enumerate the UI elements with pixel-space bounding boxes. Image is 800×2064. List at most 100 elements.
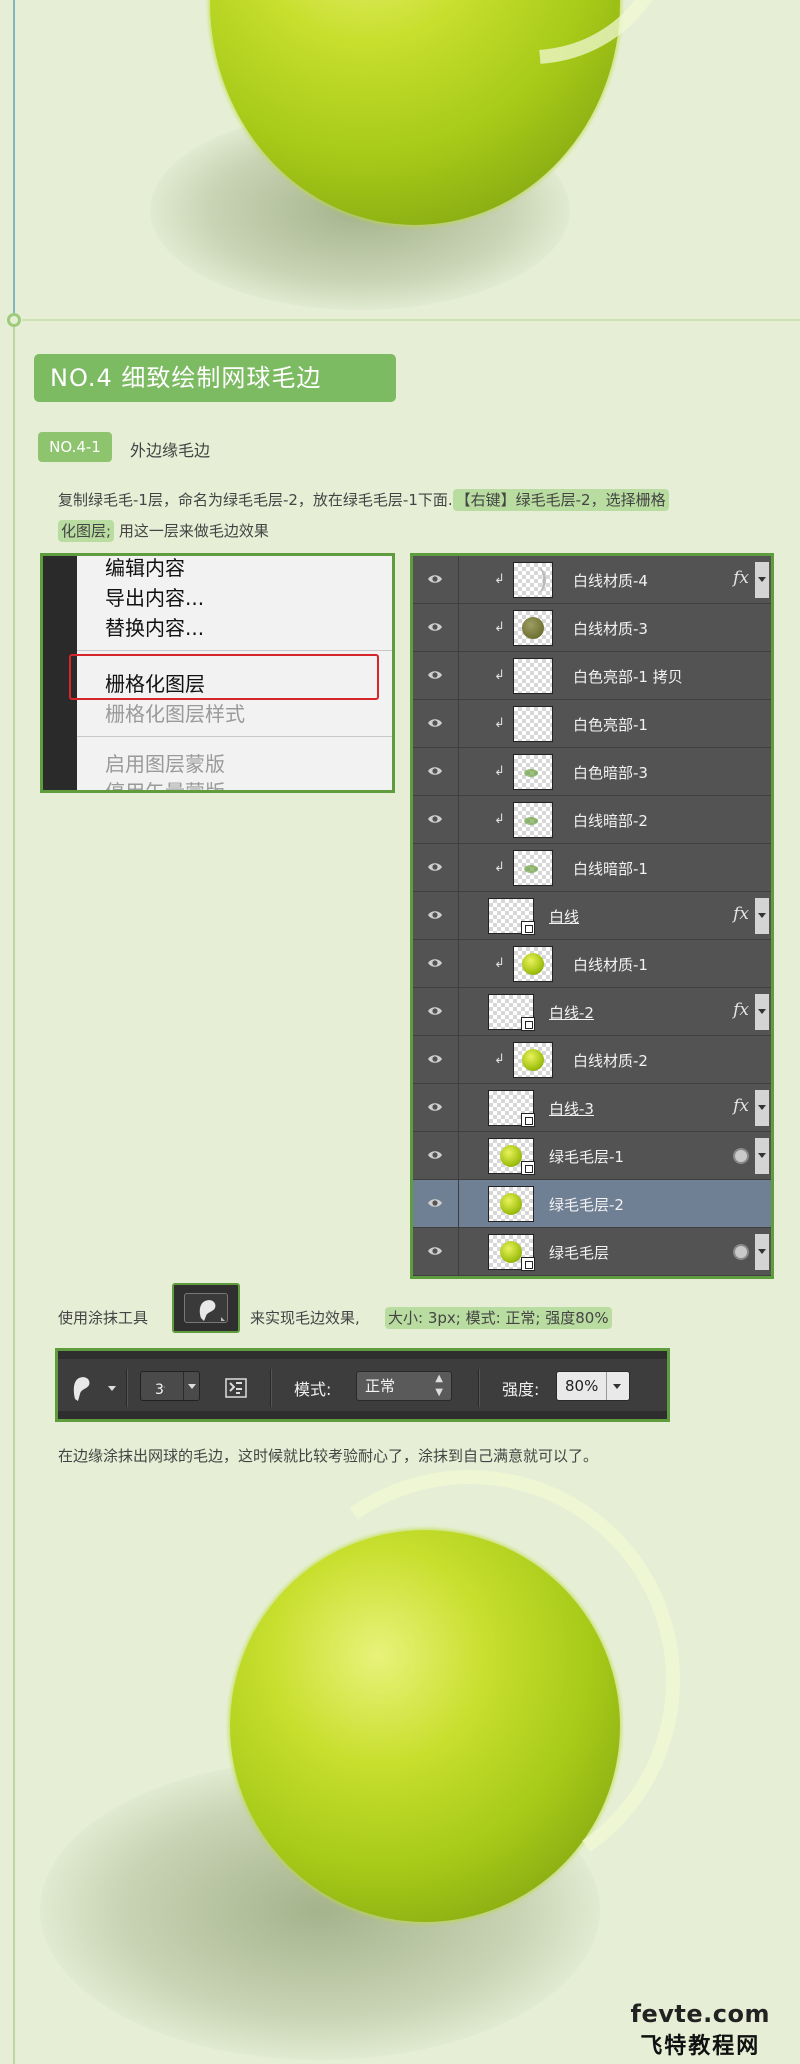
rasterize-highlight-frame xyxy=(69,654,379,700)
layer-row[interactable]: 白线-2 fx xyxy=(413,988,771,1036)
tool-line-suffix: 来实现毛边效果, xyxy=(250,1309,360,1327)
eye-icon[interactable] xyxy=(427,1195,443,1211)
fx-icon[interactable]: fx xyxy=(733,904,749,924)
expand-filters-arrow-icon[interactable] xyxy=(755,1138,769,1174)
layer-thumbnail[interactable] xyxy=(513,658,553,694)
layer-row[interactable]: ↲ 白线暗部-2 xyxy=(413,796,771,844)
layer-row[interactable]: ↲ 白线材质-4 fx xyxy=(413,556,771,604)
clipping-arrow-icon: ↲ xyxy=(494,620,505,635)
layer-name[interactable]: 白线-3 xyxy=(549,1098,594,1119)
layer-name[interactable]: 绿毛毛层-1 xyxy=(549,1146,624,1167)
eye-icon[interactable] xyxy=(427,859,443,875)
layer-name[interactable]: 白线材质-4 xyxy=(573,570,648,591)
menu-item-rasterize-style[interactable]: 栅格化图层样式 xyxy=(105,698,245,727)
layer-name[interactable]: 绿毛毛层 xyxy=(549,1242,609,1263)
expand-effects-arrow-icon[interactable] xyxy=(755,1090,769,1126)
expand-filters-arrow-icon[interactable] xyxy=(755,1234,769,1270)
eye-icon[interactable] xyxy=(427,667,443,683)
layer-thumbnail[interactable] xyxy=(488,994,535,1031)
clipping-arrow-icon: ↲ xyxy=(494,764,505,779)
layer-thumbnail[interactable] xyxy=(513,946,553,982)
fx-icon[interactable]: fx xyxy=(733,568,749,588)
eye-icon[interactable] xyxy=(427,763,443,779)
menu-item-replace-contents[interactable]: 替换内容... xyxy=(105,612,204,641)
layer-thumbnail[interactable] xyxy=(513,610,553,646)
smart-filter-icon[interactable] xyxy=(733,1244,749,1260)
layer-thumbnail[interactable] xyxy=(513,1042,553,1078)
smudge-tool-icon[interactable] xyxy=(172,1283,240,1333)
layer-thumbnail[interactable] xyxy=(488,898,535,935)
instruction-text-2: 用这一层来做毛边效果 xyxy=(114,522,269,540)
menu-item-enable-mask[interactable]: 启用图层蒙版 xyxy=(105,748,225,777)
layer-thumbnail[interactable] xyxy=(488,1090,535,1127)
layer-name[interactable]: 白线材质-3 xyxy=(573,618,648,639)
eye-icon[interactable] xyxy=(427,907,443,923)
site-watermark: fevte.com 飞特教程网 xyxy=(631,2000,770,2060)
strength-input[interactable]: 80% xyxy=(556,1371,630,1401)
expand-effects-arrow-icon[interactable] xyxy=(755,562,769,598)
layer-row[interactable]: 绿毛毛层-2 xyxy=(413,1180,771,1228)
layer-name[interactable]: 白色亮部-1 xyxy=(573,714,648,735)
layer-row[interactable]: ↲ 白线暗部-1 xyxy=(413,844,771,892)
layer-thumbnail[interactable] xyxy=(513,562,553,598)
eye-icon[interactable] xyxy=(427,955,443,971)
layer-name[interactable]: 白色暗部-3 xyxy=(573,762,648,783)
eye-icon[interactable] xyxy=(427,571,443,587)
preset-dropdown-arrow[interactable] xyxy=(108,1386,116,1391)
layer-name[interactable]: 白线材质-2 xyxy=(573,1050,648,1071)
layer-name[interactable]: 白线暗部-1 xyxy=(573,858,648,879)
eye-column-divider xyxy=(458,796,459,844)
layer-row[interactable]: ↲ 白色亮部-1 xyxy=(413,700,771,748)
layer-thumbnail[interactable] xyxy=(488,1234,535,1271)
layer-name[interactable]: 白线材质-1 xyxy=(573,954,648,975)
layer-row[interactable]: 绿毛毛层-1 xyxy=(413,1132,771,1180)
eye-icon[interactable] xyxy=(427,811,443,827)
eye-column-divider xyxy=(458,556,459,604)
smart-object-badge-icon xyxy=(521,1113,535,1127)
smart-filter-icon[interactable] xyxy=(733,1148,749,1164)
layer-name[interactable]: 绿毛毛层-2 xyxy=(549,1194,624,1215)
eye-icon[interactable] xyxy=(427,1003,443,1019)
layer-row[interactable]: ↲ 白色暗部-3 xyxy=(413,748,771,796)
menu-item-disable-vector-mask[interactable]: 停用矢量蒙版 xyxy=(105,776,225,790)
layer-thumbnail[interactable] xyxy=(488,1186,534,1222)
layer-row[interactable]: 绿毛毛层 xyxy=(413,1228,771,1276)
expand-effects-arrow-icon[interactable] xyxy=(755,898,769,934)
layer-name[interactable]: 白色亮部-1 拷贝 xyxy=(573,666,683,687)
options-separator xyxy=(478,1369,479,1407)
brush-size-dropdown-arrow[interactable] xyxy=(188,1384,196,1389)
expand-effects-arrow-icon[interactable] xyxy=(755,994,769,1030)
fx-icon[interactable]: fx xyxy=(733,1096,749,1116)
options-separator xyxy=(270,1369,271,1407)
layer-row[interactable]: ↲ 白色亮部-1 拷贝 xyxy=(413,652,771,700)
strength-dropdown-arrow[interactable] xyxy=(613,1384,621,1389)
mode-label: 模式: xyxy=(294,1380,332,1399)
layer-row[interactable]: 白线 fx xyxy=(413,892,771,940)
smudge-tool-preset-icon[interactable] xyxy=(66,1369,96,1405)
layer-name[interactable]: 白线暗部-2 xyxy=(573,810,648,831)
layer-thumbnail[interactable] xyxy=(513,754,553,790)
eye-icon[interactable] xyxy=(427,1147,443,1163)
brush-panel-toggle-icon[interactable] xyxy=(224,1377,248,1399)
brush-size-picker[interactable]: · 3 xyxy=(140,1371,200,1401)
eye-icon[interactable] xyxy=(427,1099,443,1115)
layer-row[interactable]: ↲ 白线材质-3 xyxy=(413,604,771,652)
layer-thumbnail[interactable] xyxy=(513,706,553,742)
layer-thumbnail[interactable] xyxy=(488,1138,535,1175)
layer-row[interactable]: ↲ 白线材质-2 xyxy=(413,1036,771,1084)
fx-icon[interactable]: fx xyxy=(733,1000,749,1020)
menu-item-edit-contents[interactable]: 编辑内容 xyxy=(105,556,185,581)
eye-icon[interactable] xyxy=(427,619,443,635)
layer-thumbnail[interactable] xyxy=(513,802,553,838)
layer-row[interactable]: 白线-3 fx xyxy=(413,1084,771,1132)
mode-select[interactable]: 正常 ▲ ▼ xyxy=(356,1371,452,1401)
eye-icon[interactable] xyxy=(427,1051,443,1067)
layer-thumbnail[interactable] xyxy=(513,850,553,886)
eye-icon[interactable] xyxy=(427,715,443,731)
layer-name[interactable]: 白线 xyxy=(549,906,579,927)
clipping-arrow-icon: ↲ xyxy=(494,716,505,731)
menu-item-export-contents[interactable]: 导出内容... xyxy=(105,582,204,611)
eye-icon[interactable] xyxy=(427,1243,443,1259)
layer-name[interactable]: 白线-2 xyxy=(549,1002,594,1023)
layer-row[interactable]: ↲ 白线材质-1 xyxy=(413,940,771,988)
